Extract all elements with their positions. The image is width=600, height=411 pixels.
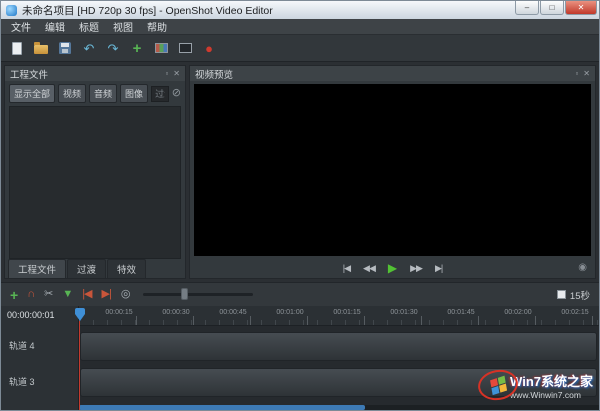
menubar: 文件 编辑 标题 视图 帮助 [1, 19, 599, 34]
playhead-marker-icon[interactable] [75, 314, 85, 321]
export-video-icon[interactable]: ● [201, 40, 217, 56]
watermark: Win7系统之家 www.Winwin7.com [478, 370, 593, 400]
razor-icon[interactable]: ✂ [44, 289, 52, 300]
video-preview-title: 视频预览 [195, 67, 233, 81]
float-panel-icon[interactable]: ▫ [575, 70, 578, 78]
ruler-label: 00:00:15 [105, 309, 132, 316]
fast-forward-icon[interactable]: ▶▶ [410, 264, 422, 273]
tab-effects[interactable]: 特效 [107, 259, 146, 278]
menu-help[interactable]: 帮助 [141, 19, 173, 34]
rewind-icon[interactable]: ◀◀ [363, 264, 375, 273]
ruler-label: 00:02:00 [504, 309, 531, 316]
menu-title[interactable]: 标题 [73, 19, 105, 34]
timeline-track-headers: 00:00:00:01 轨道 4 轨道 3 [1, 306, 79, 410]
track-3-label: 轨道 3 [9, 375, 35, 388]
center-playhead-icon[interactable]: ◎ [121, 289, 130, 300]
close-panel-icon[interactable]: ✕ [173, 70, 180, 78]
filter-row: 显示全部 视频 音频 图像 ⊘ [5, 81, 185, 106]
filter-tab-audio[interactable]: 音频 [89, 84, 117, 103]
menu-edit[interactable]: 编辑 [39, 19, 71, 34]
jump-start-icon[interactable]: |◀ [343, 264, 350, 273]
timeline-toolbar: + ∩ ✂ ▼ |◀ ▶| ◎ 15秒 [1, 282, 599, 306]
ruler-label: 00:01:00 [276, 309, 303, 316]
track-4-label: 轨道 4 [9, 339, 35, 352]
main-area: 工程文件 ▫ ✕ 显示全部 视频 音频 图像 ⊘ 工程文件 过渡 特效 [1, 62, 599, 282]
titlebar[interactable]: 未命名项目 [HD 720p 30 fps] - OpenShot Video … [1, 1, 599, 19]
open-project-icon[interactable] [33, 40, 49, 56]
timeline-ruler[interactable]: 00:00:15 00:00:30 00:00:45 00:01:00 00:0… [79, 306, 599, 326]
close-button[interactable]: ✕ [565, 1, 597, 15]
zoom-slider[interactable] [143, 293, 253, 296]
filter-input[interactable] [151, 86, 169, 102]
zoom-slider-handle[interactable] [181, 288, 188, 300]
watermark-site-url: www.Winwin7.com [510, 390, 593, 400]
project-files-header: 工程文件 ▫ ✕ [5, 66, 185, 81]
project-files-title: 工程文件 [10, 67, 48, 81]
float-panel-icon[interactable]: ▫ [165, 70, 168, 78]
project-files-list[interactable] [9, 106, 181, 259]
add-marker-icon[interactable]: ▼ [62, 289, 72, 300]
add-track-icon[interactable]: + [10, 288, 17, 302]
timeline-scrollbar-thumb[interactable] [79, 405, 365, 410]
next-marker-icon[interactable]: ▶| [102, 289, 111, 300]
project-files-panel: 工程文件 ▫ ✕ 显示全部 视频 音频 图像 ⊘ 工程文件 过渡 特效 [4, 65, 186, 279]
tab-project-files[interactable]: 工程文件 [8, 259, 66, 278]
close-panel-icon[interactable]: ✕ [583, 70, 590, 78]
ruler-label: 00:00:45 [219, 309, 246, 316]
window-controls: – □ ✕ [515, 1, 597, 15]
transport-controls: |◀ ◀◀ ▶ ▶▶ ▶| ◉ [190, 258, 595, 278]
snapping-icon[interactable]: ∩ [27, 289, 34, 300]
capture-icon[interactable]: ◉ [578, 263, 587, 273]
playhead-line [79, 321, 80, 410]
openshot-window: 未命名项目 [HD 720p 30 fps] - OpenShot Video … [0, 0, 600, 411]
minimize-button[interactable]: – [515, 1, 539, 15]
save-project-icon[interactable] [57, 40, 73, 56]
watermark-site-name: Win7系统之家 [510, 371, 593, 390]
filter-tab-show-all[interactable]: 显示全部 [9, 84, 55, 103]
play-icon[interactable]: ▶ [388, 262, 397, 274]
new-project-icon[interactable] [9, 40, 25, 56]
undo-icon[interactable]: ↶ [81, 40, 97, 56]
video-preview-header: 视频预览 ▫ ✕ [190, 66, 595, 81]
zoom-scale-label: 15秒 [570, 288, 590, 302]
filter-tab-video[interactable]: 视频 [58, 84, 86, 103]
menu-file[interactable]: 文件 [5, 19, 37, 34]
zoom-checkbox[interactable] [557, 290, 566, 299]
jump-end-icon[interactable]: ▶| [435, 264, 442, 273]
video-preview-panel: 视频预览 ▫ ✕ |◀ ◀◀ ▶ ▶▶ ▶| ◉ [189, 65, 596, 279]
track-4-lane[interactable] [80, 332, 597, 361]
menu-view[interactable]: 视图 [107, 19, 139, 34]
ruler-label: 00:02:15 [561, 309, 588, 316]
redo-icon[interactable]: ↷ [105, 40, 121, 56]
windows-flag-icon [490, 375, 507, 394]
current-timecode: 00:00:00:01 [1, 306, 78, 320]
video-display [194, 84, 591, 256]
previous-marker-icon[interactable]: |◀ [82, 289, 91, 300]
maximize-button[interactable]: □ [540, 1, 564, 15]
ruler-label: 00:01:30 [390, 309, 417, 316]
import-files-icon[interactable]: + [129, 40, 145, 56]
ruler-label: 00:00:30 [162, 309, 189, 316]
left-bottom-tabs: 工程文件 过渡 特效 [5, 259, 185, 278]
choose-profile-icon[interactable] [153, 40, 169, 56]
app-icon [6, 5, 17, 16]
clear-filter-icon[interactable]: ⊘ [172, 88, 181, 99]
ruler-label: 00:01:45 [447, 309, 474, 316]
tab-transitions[interactable]: 过渡 [67, 259, 106, 278]
filter-tab-image[interactable]: 图像 [120, 84, 148, 103]
window-title: 未命名项目 [HD 720p 30 fps] - OpenShot Video … [22, 3, 273, 18]
main-toolbar: ↶ ↷ + ● [1, 34, 599, 62]
fullscreen-icon[interactable] [177, 40, 193, 56]
ruler-label: 00:01:15 [333, 309, 360, 316]
